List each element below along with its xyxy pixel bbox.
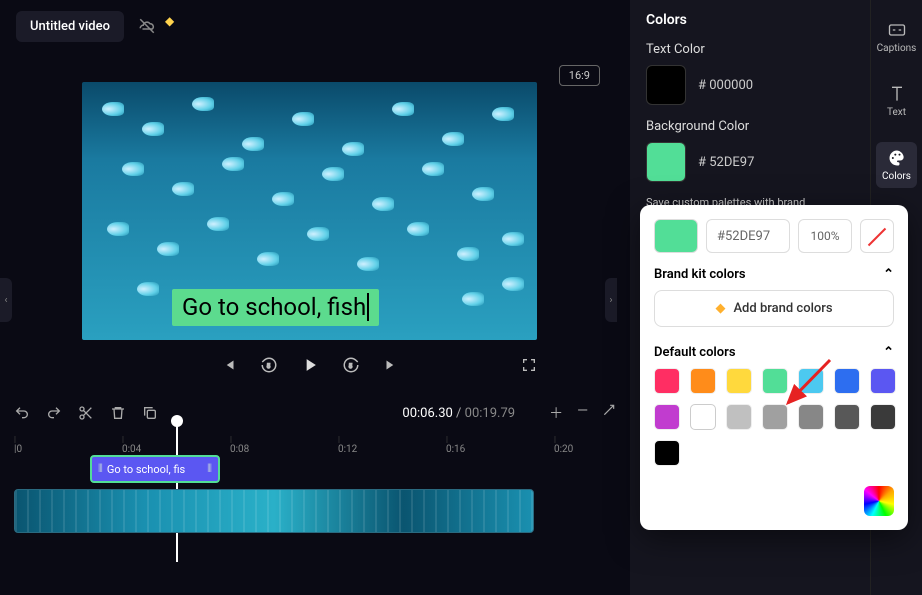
video-clip[interactable] bbox=[14, 489, 534, 533]
cloud-off-icon bbox=[138, 17, 156, 35]
tick: 0:20 bbox=[554, 435, 573, 455]
text-tab[interactable]: Text bbox=[881, 78, 913, 124]
timeline-time: 00:06.30 / 00:19.79 bbox=[402, 406, 515, 421]
split-icon[interactable] bbox=[78, 405, 94, 421]
chevron-up-icon[interactable]: ⌃ bbox=[883, 345, 894, 360]
clip-grip-icon: ⦀ bbox=[207, 462, 212, 476]
redo-icon[interactable] bbox=[46, 405, 62, 421]
color-swatch[interactable] bbox=[726, 368, 752, 394]
color-swatch[interactable] bbox=[762, 404, 788, 430]
color-swatch[interactable] bbox=[762, 368, 788, 394]
delete-icon[interactable] bbox=[110, 405, 126, 421]
svg-text:5: 5 bbox=[266, 363, 270, 370]
bg-color-swatch[interactable] bbox=[646, 142, 686, 182]
tick: 0:16 bbox=[446, 435, 465, 455]
svg-text:5: 5 bbox=[348, 363, 352, 370]
forward-5-icon[interactable]: 5 bbox=[342, 356, 360, 374]
default-colors-grid bbox=[654, 368, 894, 466]
text-color-hex: # 000000 bbox=[698, 78, 753, 93]
text-color-label: Text Color bbox=[646, 42, 854, 57]
captions-icon bbox=[887, 20, 907, 40]
timeline-ruler[interactable]: |0 0:04 0:08 0:12 0:16 0:20 bbox=[0, 431, 630, 455]
rewind-5-icon[interactable]: 5 bbox=[260, 356, 278, 374]
play-button[interactable] bbox=[300, 355, 320, 375]
left-panel-handle[interactable]: ‹ bbox=[0, 278, 12, 322]
text-clip[interactable]: ⦀ Go to school, fis ⦀ bbox=[90, 455, 220, 483]
color-swatch[interactable] bbox=[690, 368, 716, 394]
color-swatch[interactable] bbox=[834, 404, 860, 430]
aspect-ratio-badge[interactable]: 16:9 bbox=[559, 65, 600, 86]
current-color-swatch[interactable] bbox=[654, 219, 698, 253]
video-preview[interactable]: Go to school, fish bbox=[82, 82, 537, 340]
caption-text: Go to school, fish bbox=[182, 293, 366, 321]
text-color-swatch[interactable] bbox=[646, 65, 686, 105]
add-track-icon[interactable]: ＋ bbox=[549, 403, 563, 423]
duplicate-icon[interactable] bbox=[142, 405, 158, 421]
zoom-out-icon[interactable]: — bbox=[577, 403, 588, 423]
add-brand-colors-button[interactable]: ◆ Add brand colors bbox=[654, 290, 894, 327]
diamond-icon: ◆ bbox=[165, 14, 174, 28]
panel-title: Colors bbox=[646, 12, 854, 28]
color-swatch[interactable] bbox=[870, 404, 896, 430]
project-title[interactable]: Untitled video bbox=[16, 11, 124, 42]
skip-back-icon[interactable] bbox=[220, 356, 238, 374]
color-swatch[interactable] bbox=[654, 404, 680, 430]
right-panel-handle[interactable]: › bbox=[605, 278, 617, 322]
color-swatch[interactable] bbox=[654, 440, 680, 466]
color-swatch[interactable] bbox=[798, 368, 824, 394]
color-swatch[interactable] bbox=[834, 368, 860, 394]
color-swatch[interactable] bbox=[690, 404, 716, 430]
text-clip-label: Go to school, fis bbox=[107, 463, 185, 476]
color-swatch[interactable] bbox=[726, 404, 752, 430]
undo-icon[interactable] bbox=[14, 405, 30, 421]
caption-overlay[interactable]: Go to school, fish bbox=[172, 289, 379, 326]
clip-grip-icon: ⦀ bbox=[98, 462, 103, 476]
tick: 0:04 bbox=[122, 435, 141, 455]
gem-icon: ◆ bbox=[715, 301, 725, 316]
skip-forward-icon[interactable] bbox=[382, 356, 400, 374]
color-picker-popover: #52DE97 100% Brand kit colors ⌃ ◆ Add br… bbox=[640, 205, 908, 530]
preview-area: 16:9 Go to school, fish 5 5 bbox=[0, 55, 630, 390]
text-color-row[interactable]: # 000000 bbox=[646, 65, 854, 105]
tick: |0 bbox=[14, 435, 22, 455]
color-swatch[interactable] bbox=[798, 404, 824, 430]
opacity-input[interactable]: 100% bbox=[798, 219, 852, 253]
timeline-area: 00:06.30 / 00:19.79 ＋ — |0 0:04 0:08 0:1… bbox=[0, 395, 630, 595]
bg-color-label: Background Color bbox=[646, 119, 854, 134]
fit-icon[interactable] bbox=[602, 403, 616, 423]
color-swatch[interactable] bbox=[654, 368, 680, 394]
bg-color-hex: # 52DE97 bbox=[698, 155, 754, 170]
tick: 0:08 bbox=[230, 435, 249, 455]
fullscreen-icon[interactable] bbox=[521, 357, 537, 373]
captions-tab[interactable]: Captions bbox=[871, 14, 922, 60]
default-colors-heading: Default colors bbox=[654, 345, 736, 360]
tick: 0:12 bbox=[338, 435, 357, 455]
custom-color-button[interactable] bbox=[864, 486, 894, 516]
no-color-button[interactable] bbox=[860, 219, 894, 253]
bg-color-row[interactable]: # 52DE97 bbox=[646, 142, 854, 182]
chevron-up-icon[interactable]: ⌃ bbox=[883, 267, 894, 282]
text-icon bbox=[887, 84, 907, 104]
play-controls: 5 5 bbox=[82, 345, 537, 385]
palette-icon bbox=[887, 148, 907, 168]
colors-tab[interactable]: Colors bbox=[876, 142, 917, 188]
color-swatch[interactable] bbox=[870, 368, 896, 394]
hex-input[interactable]: #52DE97 bbox=[706, 219, 790, 253]
brand-colors-heading: Brand kit colors bbox=[654, 267, 746, 282]
